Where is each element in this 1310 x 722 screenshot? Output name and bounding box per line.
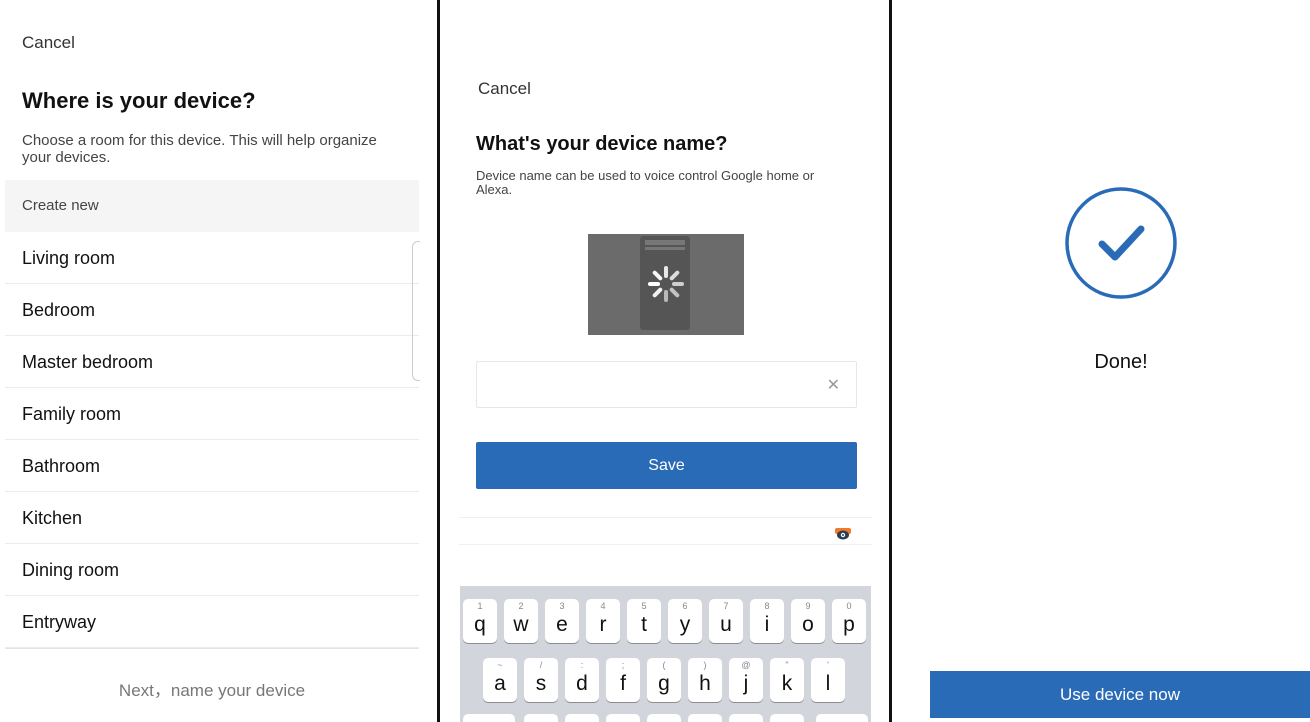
key-t[interactable]: 5t	[627, 599, 661, 643]
key-backspace[interactable]	[816, 714, 868, 722]
key-y[interactable]: 6y	[668, 599, 702, 643]
room-item-dining-room[interactable]: Dining room	[5, 544, 419, 596]
key-shift[interactable]	[463, 714, 515, 722]
key-u[interactable]: 7u	[709, 599, 743, 643]
key-j[interactable]: @ j	[729, 658, 763, 702]
key-q[interactable]: 1q	[463, 599, 497, 643]
room-item-bathroom[interactable]: Bathroom	[5, 440, 419, 492]
device-name-screen: Cancel What's your device name? Device n…	[441, 0, 889, 722]
device-name-field: ✕	[476, 361, 857, 408]
cancel-button[interactable]: Cancel	[22, 33, 75, 53]
scroll-indicator[interactable]	[412, 241, 420, 381]
room-selection-screen: Cancel Where is your device? Choose a ro…	[0, 0, 437, 722]
use-device-now-button[interactable]: Use device now	[930, 671, 1310, 718]
page-title: What's your device name?	[476, 133, 728, 155]
room-item-living-room[interactable]: Living room	[5, 232, 419, 284]
clear-icon[interactable]: ✕	[827, 375, 840, 395]
key-g[interactable]: (g	[647, 658, 681, 702]
key-b[interactable]	[688, 714, 722, 722]
page-description: Choose a room for this device. This will…	[22, 132, 377, 166]
loading-spinner-icon	[648, 266, 684, 302]
setup-done-screen: Done! Use device now	[893, 0, 1310, 722]
key-i[interactable]: 8i	[750, 599, 784, 643]
device-vent	[645, 247, 685, 250]
suggestion-bar-divider	[459, 544, 872, 545]
create-new-room-button[interactable]: Create new	[5, 180, 419, 232]
key-s[interactable]: / s	[524, 658, 558, 702]
key-f[interactable]: ; f	[606, 658, 640, 702]
panel-divider	[889, 0, 892, 722]
key-v[interactable]	[647, 714, 681, 722]
key-h[interactable]: ) h	[688, 658, 722, 702]
suggestion-bar-divider	[459, 517, 872, 518]
save-button[interactable]: Save	[476, 442, 857, 489]
room-item-master-bedroom[interactable]: Master bedroom	[5, 336, 419, 388]
key-d[interactable]: :d	[565, 658, 599, 702]
device-image	[588, 234, 744, 335]
room-list: Living room Bedroom Master bedroom Famil…	[5, 232, 419, 648]
robot-icon[interactable]	[834, 525, 852, 541]
room-item-entryway[interactable]: Entryway	[5, 596, 419, 648]
key-m[interactable]	[770, 714, 804, 722]
done-message: Done!	[1094, 351, 1148, 373]
key-k[interactable]: " k	[770, 658, 804, 702]
panel-divider	[437, 0, 440, 722]
key-e[interactable]: 3e	[545, 599, 579, 643]
page-description: Device name can be used to voice control…	[476, 168, 815, 197]
cancel-button[interactable]: Cancel	[478, 79, 531, 99]
room-item-family-room[interactable]: Family room	[5, 388, 419, 440]
device-name-input[interactable]	[477, 362, 817, 407]
next-name-device-button[interactable]: Next，name your device	[5, 676, 419, 701]
key-l[interactable]: ' l	[811, 658, 845, 702]
key-z[interactable]	[524, 714, 558, 722]
key-w[interactable]: 2w	[504, 599, 538, 643]
key-n[interactable]	[729, 714, 763, 722]
key-c[interactable]	[606, 714, 640, 722]
key-o[interactable]: 9o	[791, 599, 825, 643]
footer-divider	[5, 648, 419, 649]
check-circle-icon	[1065, 187, 1177, 299]
key-r[interactable]: 4r	[586, 599, 620, 643]
room-item-kitchen[interactable]: Kitchen	[5, 492, 419, 544]
key-a[interactable]: ~ a	[483, 658, 517, 702]
device-vent	[645, 240, 685, 245]
page-title: Where is your device?	[22, 88, 256, 113]
room-item-bedroom[interactable]: Bedroom	[5, 284, 419, 336]
key-x[interactable]	[565, 714, 599, 722]
onscreen-keyboard: 1q 2w 3e 4r 5t 6y 7u 8i 9o 0p ~ a / s :d ;…	[460, 586, 871, 722]
key-p[interactable]: 0p	[832, 599, 866, 643]
